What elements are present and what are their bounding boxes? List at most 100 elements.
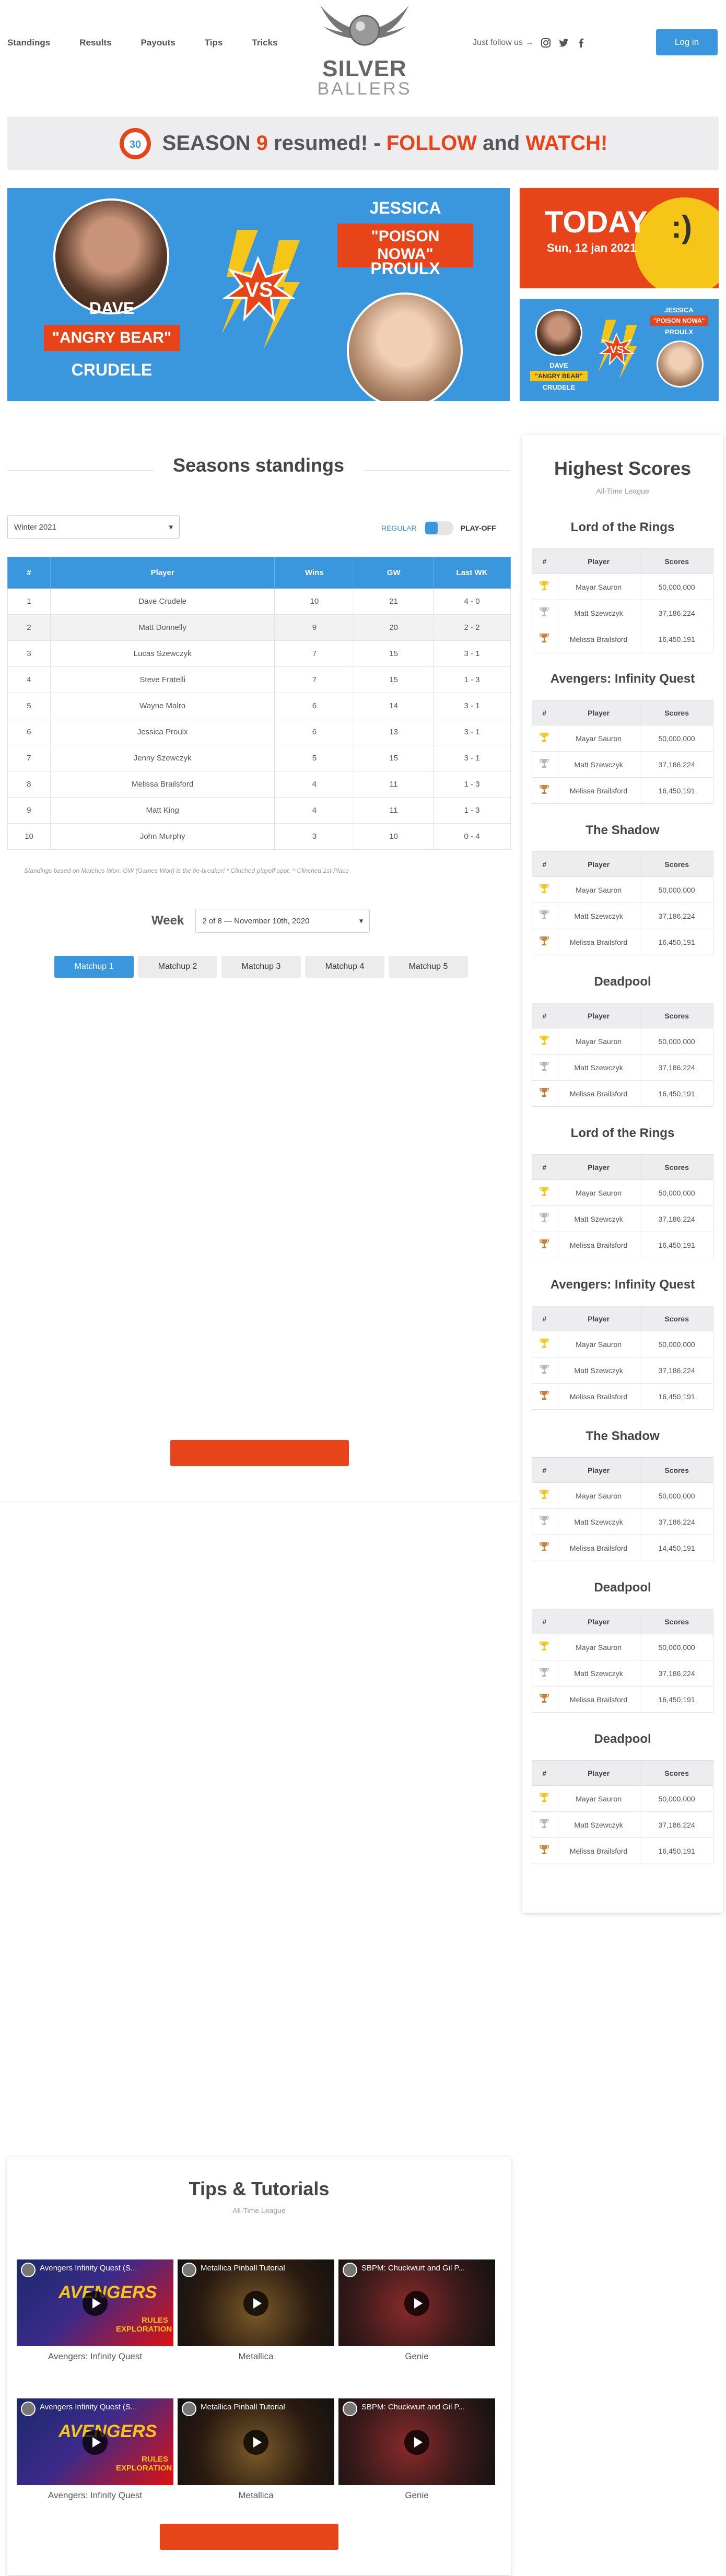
- play-icon[interactable]: [243, 2430, 268, 2455]
- table-row[interactable]: Matt Szewczyk 37,186,224: [532, 1811, 713, 1838]
- versus-banner[interactable]: DAVE "ANGRY BEAR" CRUDELE VS JESSICA "PO…: [7, 188, 510, 401]
- table-row[interactable]: Mayar Sauron 50,000,000: [532, 1179, 713, 1206]
- nav-tricks[interactable]: Tricks: [252, 38, 277, 48]
- table-row[interactable]: Matt Szewczyk 37,186,224: [532, 1054, 713, 1081]
- instagram-icon[interactable]: [541, 38, 551, 48]
- table-row[interactable]: 1 Dave Crudele 10 21 4 - 0: [7, 588, 511, 615]
- table-row[interactable]: 3 Lucas Szewczyk 7 15 3 - 1: [7, 640, 511, 667]
- video-thumbnail[interactable]: Metallica Pinball Tutorial: [178, 2398, 334, 2485]
- tab-matchup-3[interactable]: Matchup 3: [221, 956, 301, 978]
- col-rank[interactable]: #: [532, 1760, 557, 1786]
- table-row[interactable]: Melissa Brailsford 16,450,191: [532, 1837, 713, 1864]
- video-thumbnail[interactable]: Metallica Pinball Tutorial: [178, 2259, 334, 2346]
- col-player[interactable]: Player: [556, 1306, 641, 1331]
- col-scores[interactable]: Scores: [640, 1306, 713, 1331]
- table-row[interactable]: Matt Szewczyk 37,186,224: [532, 903, 713, 929]
- col-scores[interactable]: Scores: [640, 851, 713, 877]
- table-row[interactable]: Mayar Sauron 50,000,000: [532, 1028, 713, 1055]
- col-rank[interactable]: #: [532, 548, 557, 574]
- site-logo[interactable]: SILVER BALLERS: [312, 0, 417, 99]
- tab-matchup-2[interactable]: Matchup 2: [138, 956, 217, 978]
- table-row[interactable]: Mayar Sauron 50,000,000: [532, 1482, 713, 1509]
- table-row[interactable]: Matt Szewczyk 37,186,224: [532, 1357, 713, 1384]
- video-card[interactable]: Metallica Pinball Tutorial Metallica: [178, 2398, 334, 2501]
- col-rank[interactable]: #: [532, 1306, 557, 1331]
- table-row[interactable]: Melissa Brailsford 16,450,191: [532, 1686, 713, 1713]
- col-rank[interactable]: #: [532, 1609, 557, 1634]
- toggle-regular-label[interactable]: REGULAR: [381, 524, 417, 532]
- video-card[interactable]: SBPM: Chuckwurt and Gil P... Genie: [338, 2398, 495, 2501]
- versus-mini-banner[interactable]: DAVE "ANGRY BEAR" CRUDELE VS JESSICA "PO…: [520, 299, 719, 401]
- table-row[interactable]: 6 Jessica Proulx 6 13 3 - 1: [7, 719, 511, 745]
- col-scores[interactable]: Scores: [640, 1760, 713, 1786]
- col-last-wk[interactable]: Last WK: [433, 557, 511, 589]
- col-gw[interactable]: GW: [354, 557, 434, 589]
- table-row[interactable]: Melissa Brailsford 16,450,191: [532, 626, 713, 652]
- play-icon[interactable]: [243, 2291, 268, 2316]
- col-player[interactable]: Player: [556, 1760, 641, 1786]
- table-row[interactable]: Melissa Brailsford 16,450,191: [532, 1232, 713, 1258]
- col-rank[interactable]: #: [532, 1154, 557, 1180]
- video-thumbnail[interactable]: SBPM: Chuckwurt and Gil P...: [338, 2259, 495, 2346]
- col-player[interactable]: Player: [556, 1154, 641, 1180]
- table-row[interactable]: 10 John Murphy 3 10 0 - 4: [7, 823, 511, 850]
- video-thumbnail[interactable]: Avengers Infinity Quest (S... AVENGERS RUL…: [17, 2398, 173, 2485]
- col-scores[interactable]: Scores: [640, 548, 713, 574]
- login-button[interactable]: Log in: [656, 29, 718, 55]
- nav-results[interactable]: Results: [79, 38, 111, 48]
- tab-matchup-1[interactable]: Matchup 1: [54, 956, 134, 978]
- col-rank[interactable]: #: [7, 557, 51, 589]
- toggle-switch[interactable]: [424, 521, 453, 535]
- table-row[interactable]: Mayar Sauron 50,000,000: [532, 1785, 713, 1812]
- table-row[interactable]: Mayar Sauron 50,000,000: [532, 876, 713, 903]
- video-thumbnail[interactable]: Avengers Infinity Quest (S... AVENGERS RUL…: [17, 2259, 173, 2346]
- table-row[interactable]: Melissa Brailsford 16,450,191: [532, 1383, 713, 1410]
- col-player[interactable]: Player: [556, 548, 641, 574]
- play-icon[interactable]: [83, 2291, 108, 2316]
- play-icon[interactable]: [83, 2430, 108, 2455]
- table-row[interactable]: Matt Szewczyk 37,186,224: [532, 1660, 713, 1687]
- table-row[interactable]: 9 Matt King 4 11 1 - 3: [7, 797, 511, 824]
- table-row[interactable]: Melissa Brailsford 16,450,191: [532, 777, 713, 804]
- week-select[interactable]: 2 of 8 — November 10th, 2020 ▾: [195, 909, 370, 933]
- col-player[interactable]: Player: [556, 1003, 641, 1028]
- col-scores[interactable]: Scores: [640, 1609, 713, 1634]
- tab-matchup-5[interactable]: Matchup 5: [389, 956, 468, 978]
- season-select[interactable]: Winter 2021 ▾: [7, 515, 180, 539]
- table-row[interactable]: Mayar Sauron 50,000,000: [532, 573, 713, 600]
- table-row[interactable]: Matt Szewczyk 37,186,224: [532, 1508, 713, 1535]
- table-row[interactable]: 8 Melissa Brailsford 4 11 1 - 3: [7, 771, 511, 798]
- col-scores[interactable]: Scores: [640, 1003, 713, 1028]
- col-rank[interactable]: #: [532, 851, 557, 877]
- col-rank[interactable]: #: [532, 700, 557, 725]
- table-row[interactable]: Mayar Sauron 50,000,000: [532, 725, 713, 752]
- col-player[interactable]: Player: [556, 1609, 641, 1634]
- video-card[interactable]: SBPM: Chuckwurt and Gil P... Genie: [338, 2259, 495, 2362]
- table-row[interactable]: 4 Steve Fratelli 7 15 1 - 3: [7, 666, 511, 693]
- table-row[interactable]: 5 Wayne Malro 6 14 3 - 1: [7, 693, 511, 719]
- table-row[interactable]: 2 Matt Donnelly 9 20 2 - 2: [7, 614, 511, 641]
- col-scores[interactable]: Scores: [640, 1457, 713, 1483]
- col-player[interactable]: Player: [556, 1457, 641, 1483]
- season-banner[interactable]: 30 SEASON 9 resumed! - FOLLOW and WATCH!: [7, 116, 719, 170]
- col-rank[interactable]: #: [532, 1003, 557, 1028]
- col-rank[interactable]: #: [532, 1457, 557, 1483]
- table-row[interactable]: 7 Jenny Szewczyk 5 15 3 - 1: [7, 745, 511, 771]
- tab-matchup-4[interactable]: Matchup 4: [305, 956, 384, 978]
- table-row[interactable]: Melissa Brailsford 14,450,191: [532, 1535, 713, 1561]
- video-card[interactable]: Avengers Infinity Quest (S... AVENGERS RUL…: [17, 2398, 173, 2501]
- video-card[interactable]: Avengers Infinity Quest (S... AVENGERS RUL…: [17, 2259, 173, 2362]
- today-panel[interactable]: :) TODAY Sun, 12 jan 2021: [520, 188, 719, 288]
- video-card[interactable]: Metallica Pinball Tutorial Metallica: [178, 2259, 334, 2362]
- table-row[interactable]: Matt Szewczyk 37,186,224: [532, 600, 713, 626]
- table-row[interactable]: Matt Szewczyk 37,186,224: [532, 1205, 713, 1232]
- twitter-icon[interactable]: [558, 38, 569, 48]
- play-icon[interactable]: [404, 2430, 429, 2455]
- col-scores[interactable]: Scores: [640, 700, 713, 725]
- nav-tips[interactable]: Tips: [205, 38, 223, 48]
- col-player[interactable]: Player: [556, 851, 641, 877]
- col-wins[interactable]: Wins: [274, 557, 355, 589]
- video-thumbnail[interactable]: SBPM: Chuckwurt and Gil P...: [338, 2398, 495, 2485]
- col-scores[interactable]: Scores: [640, 1154, 713, 1180]
- table-row[interactable]: Melissa Brailsford 16,450,191: [532, 929, 713, 955]
